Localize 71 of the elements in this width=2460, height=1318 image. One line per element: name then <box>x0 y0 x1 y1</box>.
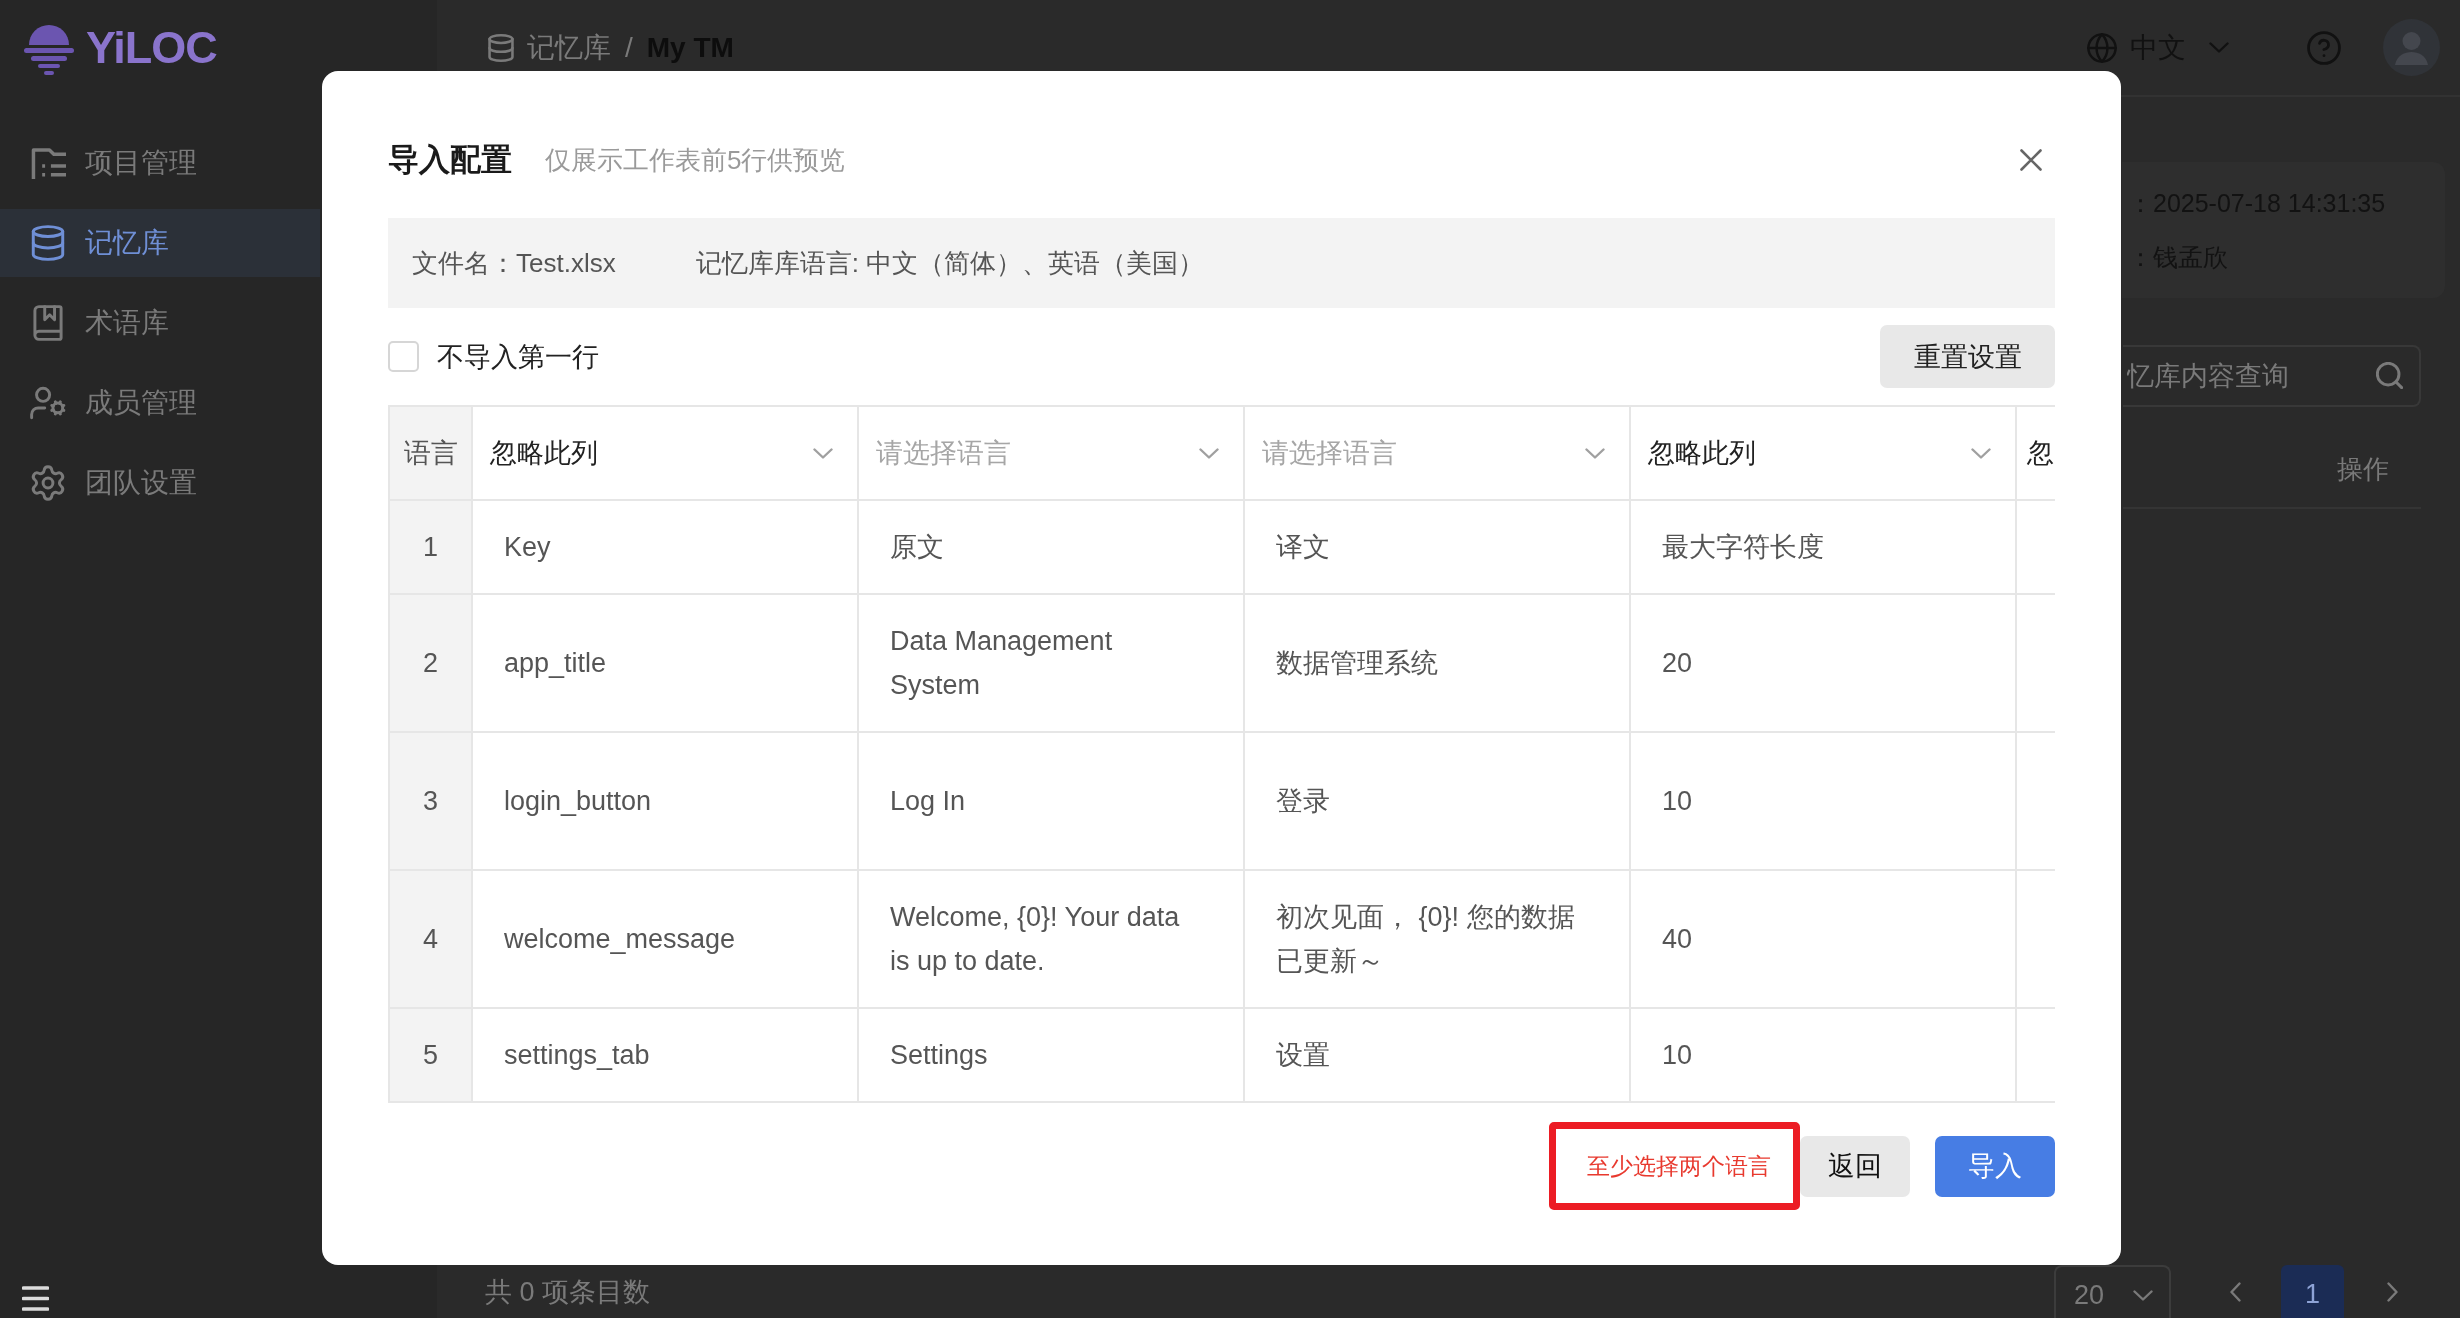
column-select[interactable]: 忽 <box>2017 407 2055 501</box>
dialog-title: 导入配置 <box>388 141 512 179</box>
folder-icon <box>30 147 66 179</box>
reset-button[interactable]: 重置设置 <box>1880 325 2055 388</box>
row-number-cell: 4 <box>390 871 473 1009</box>
sidebar-item[interactable]: 项目管理 <box>0 129 320 197</box>
brand-name: YiLOC <box>86 25 217 70</box>
sidebar-item[interactable]: 术语库 <box>0 289 320 357</box>
table-cell: Welcome, {0}! Your data is up to date. <box>859 871 1245 1009</box>
chevron-down-icon <box>813 447 833 459</box>
search-icon[interactable] <box>2376 362 2403 389</box>
breadcrumb-separator: / <box>625 31 633 64</box>
table-cell: 10 <box>1631 733 2017 871</box>
table-cell: 40 <box>1631 871 2017 1009</box>
table-cell: welcome_message <box>473 871 859 1009</box>
secondary-button[interactable]: 返回 <box>1800 1135 1910 1197</box>
close-icon[interactable] <box>2020 149 2042 171</box>
table-cell: 20 <box>1631 595 2017 733</box>
table-cell: Data Management System <box>859 595 1245 733</box>
sidebar-item[interactable]: 记忆库 <box>0 209 320 277</box>
table-cell: app_title <box>473 595 859 733</box>
chevron-right-icon[interactable] <box>2387 1281 2398 1302</box>
chevron-down-icon <box>1971 447 1991 459</box>
dialog-hint: 仅展示工作表前5行供预览 <box>545 143 846 177</box>
primary-button[interactable]: 导入 <box>1935 1135 2055 1197</box>
column-select[interactable]: 忽略此列 <box>473 407 859 501</box>
item-count: 共 0 项条目数 <box>485 1275 651 1309</box>
gear-icon <box>30 465 66 501</box>
chevron-down-icon <box>2209 42 2229 53</box>
breadcrumb-link[interactable]: 记忆库 <box>527 28 611 67</box>
table-cell: Settings <box>859 1009 1245 1103</box>
languages-text: 记忆库库语言: 中文（简体）、英语（美国） <box>695 246 1205 280</box>
chevron-left-icon[interactable] <box>2230 1281 2241 1302</box>
row-number-cell: 2 <box>390 595 473 733</box>
error-message: 至少选择两个语言 <box>1587 1151 1771 1181</box>
chevron-down-icon <box>2133 1290 2153 1301</box>
table-cell: 译文 <box>1245 501 1631 595</box>
table-cell: settings_tab <box>473 1009 859 1103</box>
checkbox[interactable] <box>388 341 419 372</box>
menu-icon[interactable] <box>22 1285 49 1312</box>
table-cell: login_button <box>473 733 859 871</box>
table-cell: 10 <box>1631 1009 2017 1103</box>
table-header-cell: 语言 <box>390 407 473 501</box>
book-icon <box>30 305 66 341</box>
chevron-down-icon <box>1199 447 1219 459</box>
globe-icon <box>2087 32 2117 63</box>
database-icon <box>487 33 515 62</box>
sidebar-item[interactable]: 成员管理 <box>0 369 320 437</box>
table-cell: Log In <box>859 733 1245 871</box>
column-select[interactable]: 忽略此列 <box>1631 407 2017 501</box>
table-cell: 初次见面， {0}! 您的数据已更新～ <box>1245 871 1631 1009</box>
table-cell: 最大字符长度 <box>1631 501 2017 595</box>
row-number-cell: 1 <box>390 501 473 595</box>
table-cell: 原文 <box>859 501 1245 595</box>
row-number-cell: 3 <box>390 733 473 871</box>
table-cell: 登录 <box>1245 733 1631 871</box>
row-number-cell: 5 <box>390 1009 473 1103</box>
search-field[interactable]: 忆库内容查询 <box>2123 345 2421 407</box>
column-select[interactable]: 请选择语言 <box>1245 407 1631 501</box>
table-cell: 设置 <box>1245 1009 1631 1103</box>
chevron-down-icon <box>1585 447 1605 459</box>
file-name-text: 文件名：Test.xlsx <box>412 246 616 280</box>
checkbox-label: 不导入第一行 <box>437 340 599 374</box>
table-cell: 数据管理系统 <box>1245 595 1631 733</box>
column-select[interactable]: 请选择语言 <box>859 407 1245 501</box>
table-cell: Key <box>473 501 859 595</box>
user-gear-icon <box>30 385 66 421</box>
page-button[interactable]: 1 <box>2281 1265 2344 1318</box>
column-header: 操作 <box>2337 452 2389 486</box>
database-icon <box>30 225 66 261</box>
sidebar-item[interactable]: 团队设置 <box>0 449 320 517</box>
